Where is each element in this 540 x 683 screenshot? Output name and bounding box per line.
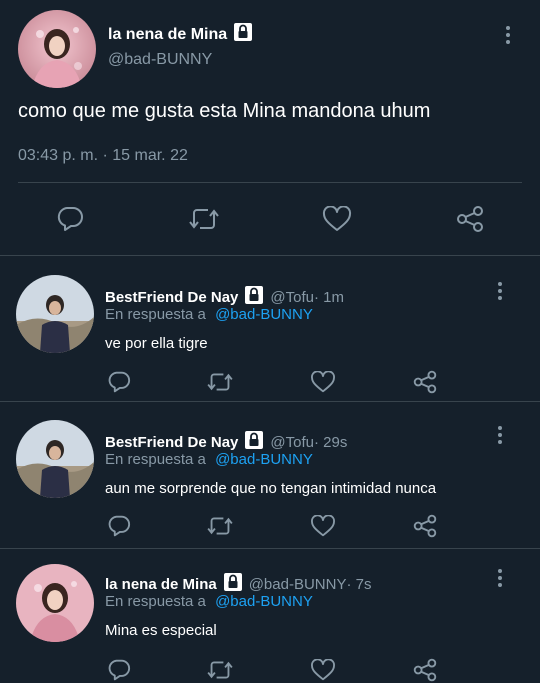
display-name[interactable]: BestFriend De Nay	[105, 434, 238, 451]
retweet-icon[interactable]	[187, 205, 221, 233]
reply-icon[interactable]	[106, 370, 132, 394]
tweet-text: aun me sorprende que no tengan intimidad…	[105, 480, 437, 497]
retweet-icon[interactable]	[205, 370, 235, 394]
more-vertical-icon[interactable]	[490, 567, 510, 589]
user-handle[interactable]: @Tofu	[270, 434, 314, 451]
reply-tweet[interactable]: la nena de Mina @bad-BUNNY · 7s En respu…	[0, 550, 540, 683]
tweet-text: Mina es especial	[105, 622, 217, 639]
tweet-time[interactable]: · 7s	[346, 576, 371, 593]
main-tweet: la nena de Mina @bad-BUNNY como que me g…	[0, 0, 540, 256]
avatar[interactable]	[16, 275, 94, 353]
tweet-text: ve por ella tigre	[105, 335, 208, 352]
user-handle[interactable]: @Tofu	[270, 289, 314, 306]
retweet-icon[interactable]	[205, 658, 235, 682]
reply-to-link[interactable]: @bad-BUNNY	[215, 451, 313, 468]
tweet-time[interactable]: · 1m	[314, 289, 344, 306]
reply-context: En respuesta a @bad-BUNNY	[105, 593, 313, 610]
like-icon[interactable]	[309, 514, 337, 538]
tweet-time[interactable]: · 29s	[314, 434, 347, 451]
tweet-text: como que me gusta esta Mina mandona uhum	[18, 100, 431, 122]
more-vertical-icon[interactable]	[490, 424, 510, 446]
like-icon[interactable]	[321, 205, 353, 233]
share-icon[interactable]	[411, 658, 439, 682]
reply-tweet[interactable]: BestFriend De Nay @Tofu · 29s En respues…	[0, 402, 540, 549]
retweet-icon[interactable]	[205, 514, 235, 538]
avatar[interactable]	[16, 420, 94, 498]
user-handle[interactable]: @bad-BUNNY	[249, 576, 347, 593]
lock-icon	[233, 22, 253, 47]
display-name[interactable]: la nena de Mina	[105, 576, 217, 593]
more-vertical-icon[interactable]	[490, 280, 510, 302]
share-icon[interactable]	[454, 205, 486, 233]
reply-to-label: En respuesta a	[105, 306, 206, 323]
share-icon[interactable]	[411, 370, 439, 394]
reply-icon[interactable]	[54, 205, 86, 233]
more-vertical-icon[interactable]	[498, 24, 518, 46]
reply-context: En respuesta a @bad-BUNNY	[105, 306, 313, 323]
display-name[interactable]: la nena de Mina	[108, 22, 253, 47]
reply-context: En respuesta a @bad-BUNNY	[105, 451, 313, 468]
reply-to-link[interactable]: @bad-BUNNY	[215, 306, 313, 323]
avatar[interactable]	[18, 10, 96, 88]
display-name-text[interactable]: la nena de Mina	[108, 26, 227, 44]
reply-to-label: En respuesta a	[105, 451, 206, 468]
reply-to-link[interactable]: @bad-BUNNY	[215, 593, 313, 610]
reply-icon[interactable]	[106, 514, 132, 538]
display-name[interactable]: BestFriend De Nay	[105, 289, 238, 306]
like-icon[interactable]	[309, 658, 337, 682]
divider	[18, 182, 522, 183]
like-icon[interactable]	[309, 370, 337, 394]
user-handle[interactable]: @bad-BUNNY	[108, 51, 212, 69]
reply-icon[interactable]	[106, 658, 132, 682]
reply-tweet[interactable]: BestFriend De Nay @Tofu · 1m En respuest…	[0, 257, 540, 402]
reply-to-label: En respuesta a	[105, 593, 206, 610]
share-icon[interactable]	[411, 514, 439, 538]
avatar[interactable]	[16, 564, 94, 642]
tweet-timestamp[interactable]: 03:43 p. m. · 15 mar. 22	[18, 147, 188, 165]
